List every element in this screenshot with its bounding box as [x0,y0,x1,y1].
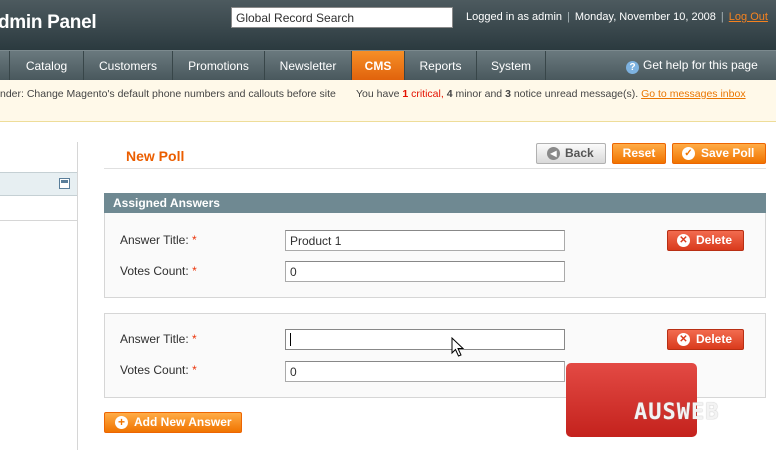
floppy-disk-icon [59,178,70,189]
votes-count-input-1[interactable] [285,261,565,282]
notice-count: 3 [505,88,511,100]
unread-messages-summary: You have 1 critical, 4 minor and 3 notic… [356,88,746,100]
mouse-pointer-icon [451,337,465,357]
checkmark-icon: ✓ [682,147,695,160]
delete-x-icon: ✕ [677,234,690,247]
back-arrow-icon: ◀ [547,147,560,160]
nav-item-cms[interactable]: CMS [352,51,405,81]
add-new-answer-button[interactable]: + Add New Answer [104,412,242,433]
add-new-answer-label: Add New Answer [134,415,232,429]
text-caret [290,333,291,346]
left-divider [0,220,77,221]
delete-answer-button-1[interactable]: ✕ Delete [667,230,744,251]
nav-item-catalog[interactable]: Catalog [10,51,84,81]
global-search-input[interactable] [231,7,453,28]
reset-label: Reset [622,146,656,160]
help-link[interactable]: ? Get help for this page [626,58,758,74]
delete-answer-button-2[interactable]: ✕ Delete [667,329,744,350]
back-label: Back [565,146,594,160]
nav-item-newsletter[interactable]: Newsletter [265,51,352,81]
notice-label: notice unread message(s). [513,88,639,100]
delete-label-2: Delete [696,332,733,346]
answer-title-label-2: Answer Title: * [120,332,197,346]
nav-item-reports[interactable]: Reports [405,51,477,81]
save-poll-button[interactable]: ✓ Save Poll [672,143,766,164]
nav-item-partial [0,51,10,81]
save-poll-label: Save Poll [701,146,755,160]
votes-count-label-1: Votes Count: * [120,264,197,278]
header-links: Logged in as admin | Monday, November 10, … [466,11,768,23]
main-nav: Catalog Customers Promotions Newsletter … [0,50,776,81]
left-column-divider [77,142,78,450]
assigned-answers-header: Assigned Answers [104,193,766,213]
messages-prefix: You have [356,88,400,100]
critical-count: 1 [402,88,409,100]
logged-in-text: Logged in as admin [466,11,563,23]
minor-label: minor and [455,88,503,100]
header-date: Monday, November 10, 2008 [574,11,716,23]
delete-label-1: Delete [696,233,733,247]
title-divider [104,168,766,169]
left-tab-active[interactable] [0,172,77,196]
reminder-message: nder: Change Magento's default phone num… [0,88,336,100]
plus-icon: + [115,416,128,429]
nav-item-customers[interactable]: Customers [84,51,173,81]
admin-header: dmin Panel Logged in as admin|Monday, No… [0,0,776,50]
help-circle-icon: ? [626,61,639,74]
delete-x-icon: ✕ [677,333,690,346]
back-button[interactable]: ◀ Back [536,143,606,164]
app-title: dmin Panel [0,12,97,33]
answer-title-input-2[interactable] [285,329,565,350]
answer-fieldset-1 [104,213,766,298]
votes-count-input-2[interactable] [285,361,565,382]
minor-count: 4 [446,88,453,100]
answer-title-input-1[interactable] [285,230,565,251]
system-messages-bar: nder: Change Magento's default phone num… [0,80,776,122]
page-title: New Poll [126,148,185,164]
logout-link[interactable]: Log Out [729,11,768,23]
watermark-text: AUSWEB [634,400,720,425]
critical-label: critical, [411,88,444,100]
nav-item-promotions[interactable]: Promotions [173,51,265,81]
help-label: Get help for this page [643,58,758,72]
reset-button[interactable]: Reset [612,143,666,164]
messages-inbox-link[interactable]: Go to messages inbox [641,88,745,100]
nav-item-system[interactable]: System [477,51,546,81]
votes-count-label-2: Votes Count: * [120,363,197,377]
answer-title-label-1: Answer Title: * [120,233,197,247]
